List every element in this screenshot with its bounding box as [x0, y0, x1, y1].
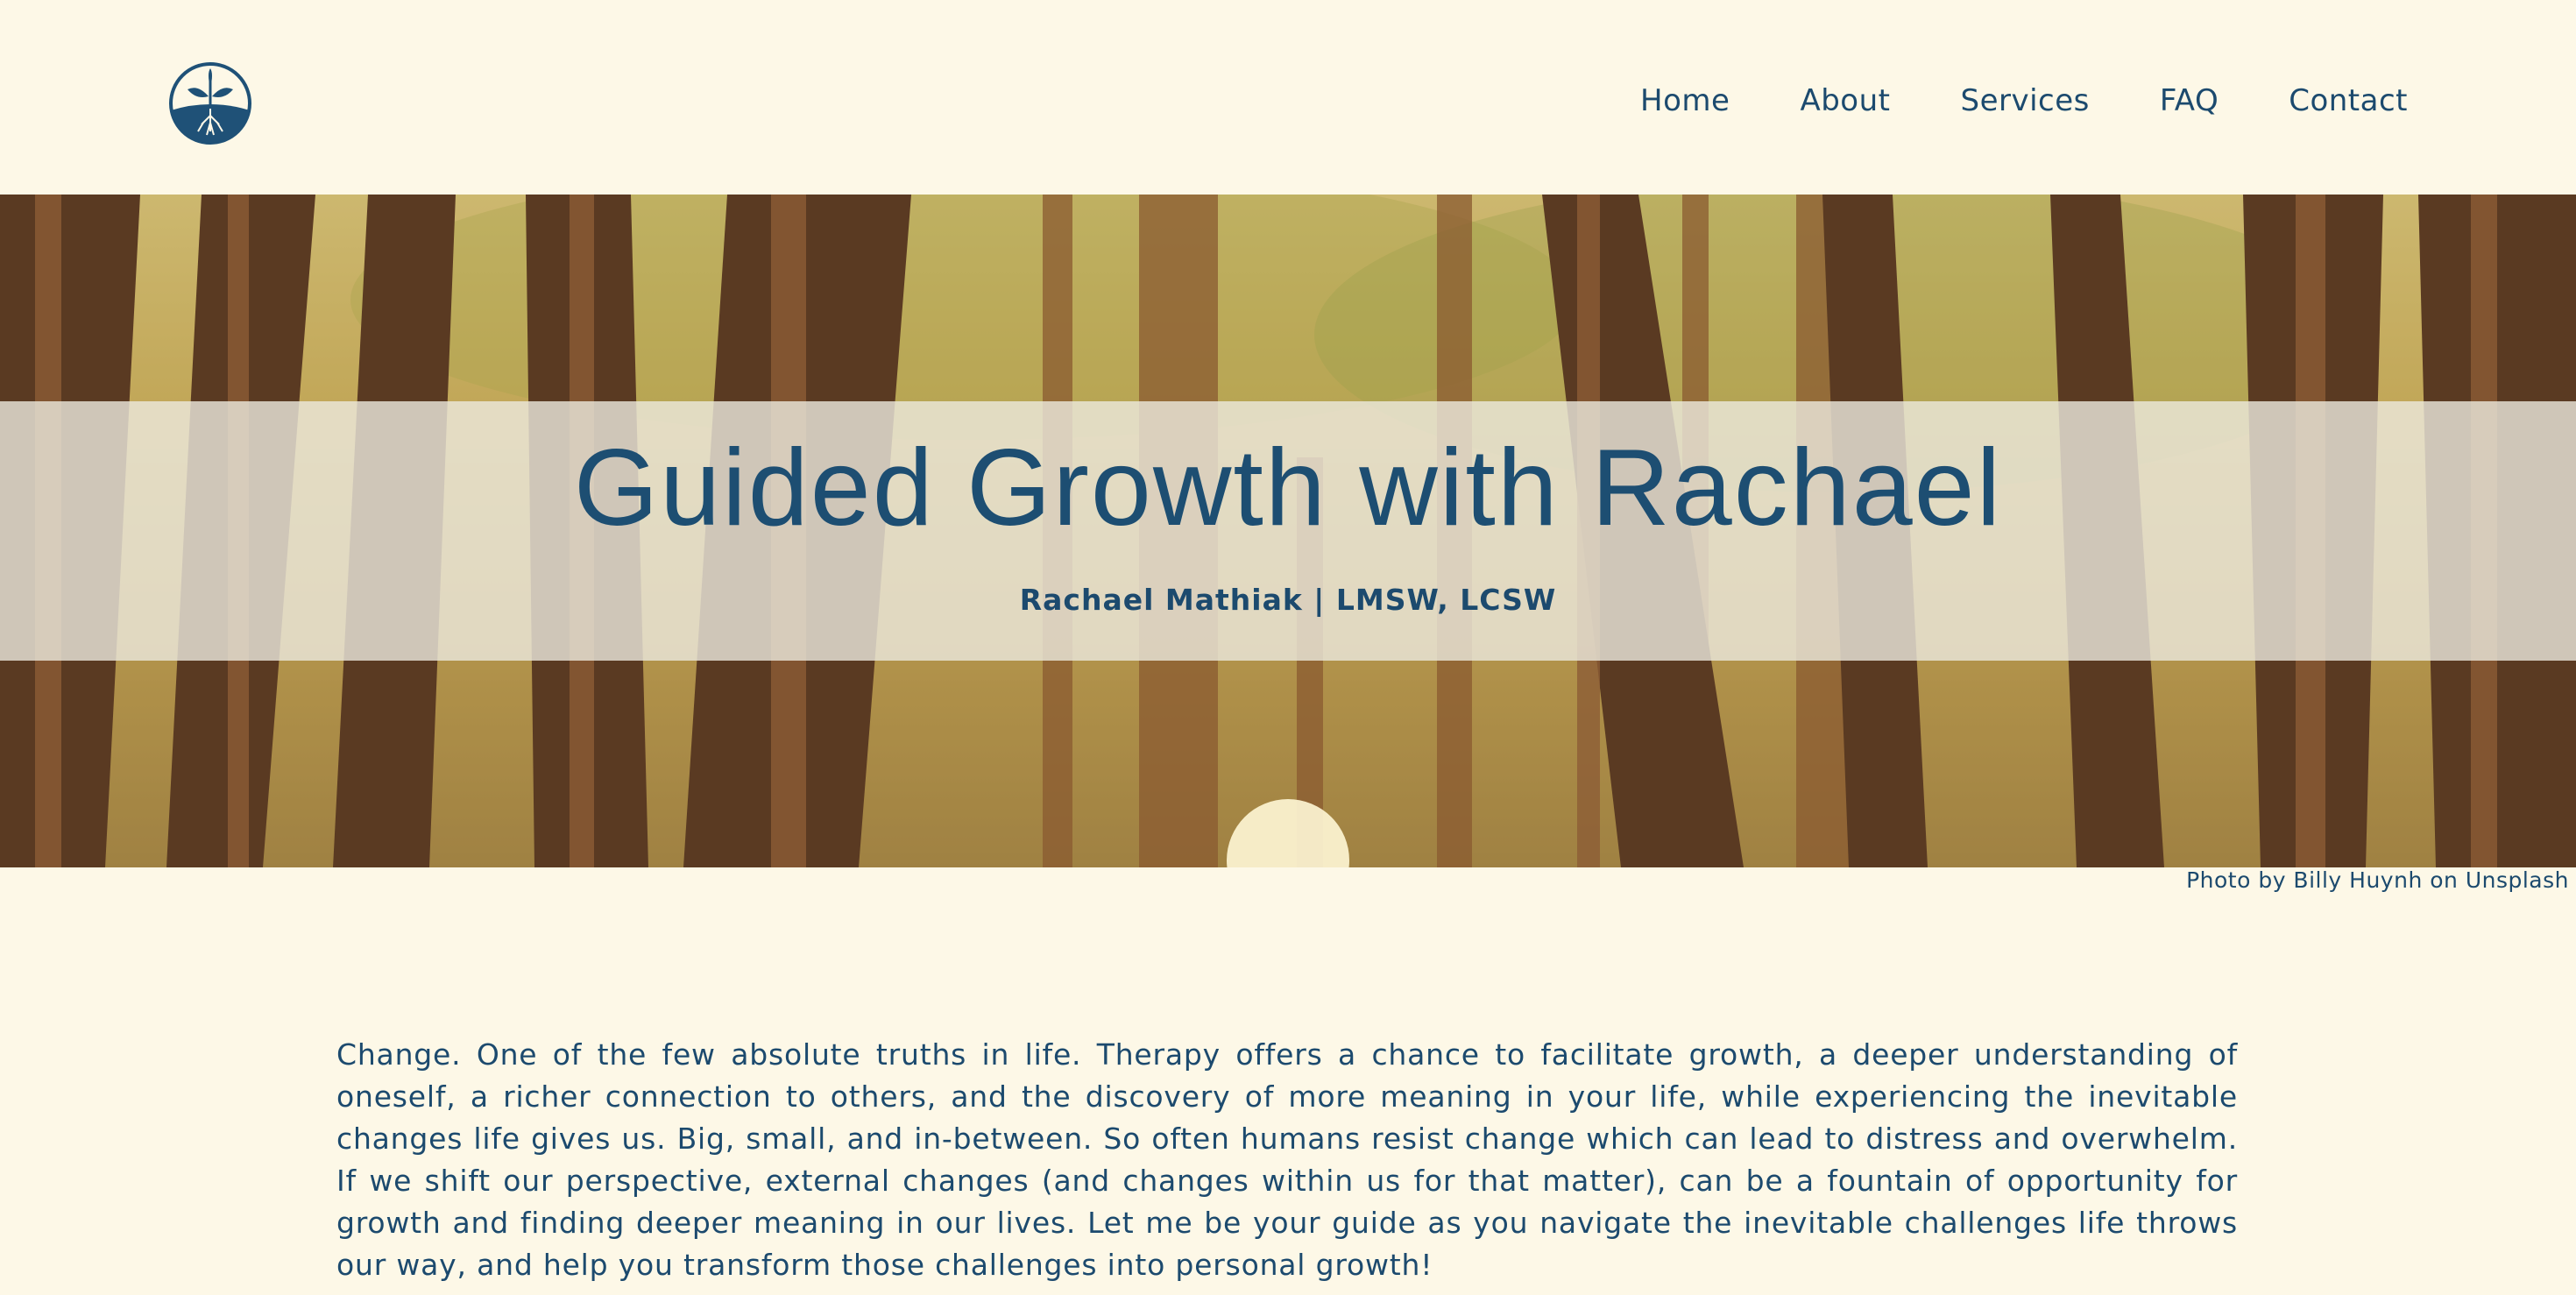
site-header: Home About Services FAQ Contact: [0, 0, 2576, 195]
hero-subtitle: Rachael Mathiak | LMSW, LCSW: [1019, 583, 1557, 617]
logo-link[interactable]: [168, 61, 252, 145]
sprout-with-roots-icon: [169, 62, 251, 145]
hero-title: Guided Growth with Rachael: [573, 428, 2003, 548]
nav-faq[interactable]: FAQ: [2160, 79, 2219, 123]
nav-contact[interactable]: Contact: [2289, 79, 2408, 123]
intro-paragraph: Change. One of the few absolute truths i…: [336, 1037, 2238, 1282]
nav-about[interactable]: About: [1800, 79, 1890, 123]
page: Home About Services FAQ Contact Guided G…: [0, 0, 2576, 1295]
nav-services[interactable]: Services: [1960, 79, 2089, 123]
hero-banner: Guided Growth with Rachael Rachael Mathi…: [0, 195, 2576, 867]
main-nav: Home About Services FAQ Contact: [1570, 79, 2408, 123]
nav-home[interactable]: Home: [1640, 79, 1730, 123]
photo-credit: Photo by Billy Huynh on Unsplash: [2186, 867, 2569, 893]
